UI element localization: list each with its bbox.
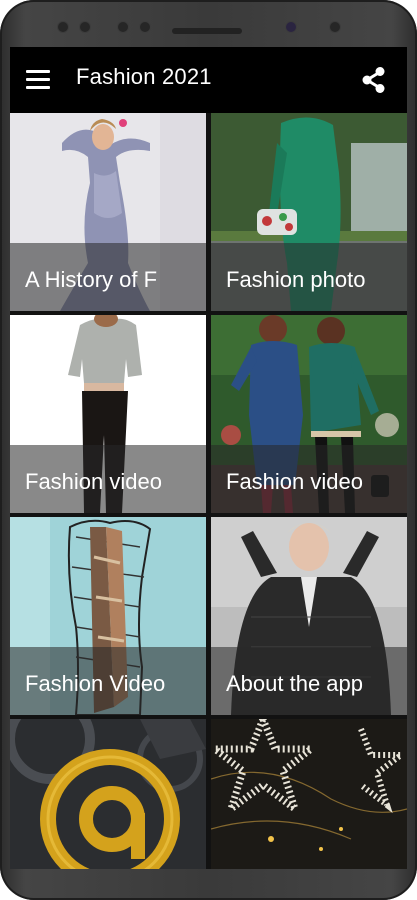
sensor-dot [80, 22, 90, 32]
tile-fashion-video-2[interactable]: Fashion video [211, 315, 407, 513]
tile-fashion-video-1[interactable]: Fashion video [10, 315, 206, 513]
earpiece-speaker [172, 28, 242, 34]
tile-star-lights[interactable] [211, 719, 407, 869]
sensor-dot [140, 22, 150, 32]
tile-caption: Fashion video [25, 469, 162, 494]
front-camera [286, 22, 296, 32]
sensor-dot [118, 22, 128, 32]
sensor-dot [58, 22, 68, 32]
tile-history-of-fashion[interactable]: A History of F [10, 113, 206, 311]
menu-line [26, 78, 50, 81]
star-lights-image [211, 719, 407, 869]
app-bar: Fashion 2021 [10, 47, 407, 113]
phone-top-bezel [0, 20, 417, 40]
tile-about-the-app[interactable]: About the app [211, 517, 407, 715]
tile-fashion-photo[interactable]: Fashion photo [211, 113, 407, 311]
sensor-dot [330, 22, 340, 32]
tile-caption: Fashion video [226, 469, 363, 494]
content-grid: A History of F Fashion photo Fashion vid… [10, 113, 407, 869]
tile-caption: About the app [226, 671, 364, 696]
phone-frame: Fashion 2021 A History of F Fashion phot… [0, 0, 417, 900]
menu-line [26, 70, 50, 73]
tile-contact-emblem[interactable] [10, 719, 206, 869]
tile-caption: A History of F [25, 267, 158, 292]
share-icon[interactable] [359, 65, 389, 95]
tile-fashion-video-3[interactable]: Fashion Video [10, 517, 206, 715]
tile-caption: Fashion Video [25, 671, 166, 696]
app-title: Fashion 2021 [76, 64, 212, 89]
tile-caption: Fashion photo [226, 267, 366, 292]
hamburger-menu-icon[interactable] [24, 67, 52, 93]
gold-at-symbol-image [10, 719, 206, 869]
menu-line [26, 86, 50, 89]
app-screen: Fashion 2021 A History of F Fashion phot… [10, 47, 407, 869]
